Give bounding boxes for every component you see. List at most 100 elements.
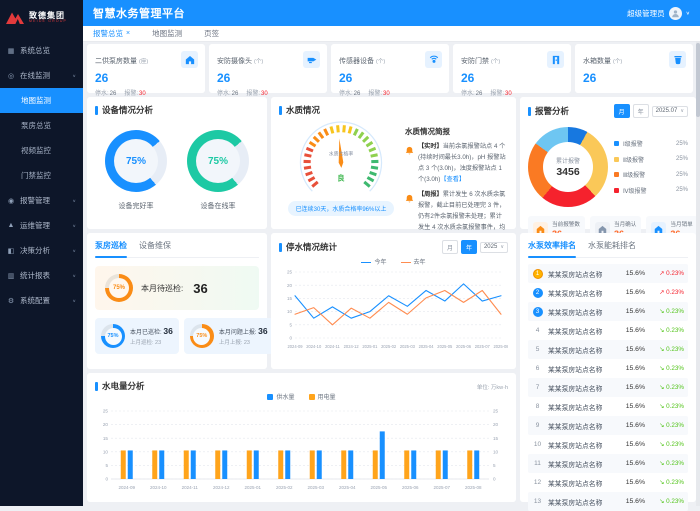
user-name: 超级管理员 [627, 8, 665, 19]
station-name: 某某泵房站点名称 [548, 459, 614, 469]
medal-icon: 1 [533, 269, 543, 279]
legend-label: Ⅲ级报警 [623, 170, 645, 179]
pending-inspection-card: 75% 本月待巡检: 36 [95, 266, 259, 310]
sidebar-subitem[interactable]: 门禁监控 [0, 163, 83, 188]
sidebar-item[interactable]: ◉报警管理∨ [0, 188, 83, 213]
ranking-row[interactable]: 9某某泵房站点名称15.6%↘ 0.23% [528, 416, 688, 435]
trend-down-icon: ↘ 0.23% [650, 346, 684, 353]
legend-line-marker [401, 262, 411, 264]
svg-text:25: 25 [103, 409, 109, 414]
page-title: 智慧水务管理平台 [93, 5, 185, 21]
brief-title: 水质情况简报 [405, 126, 508, 137]
alarm-period-select[interactable]: 2025.07∨ [652, 106, 688, 117]
ranking-row[interactable]: 1某某泵房站点名称15.6%↗ 0.23% [528, 264, 688, 283]
medal-icon: 3 [533, 307, 543, 317]
outage-period-select[interactable]: 2025∨ [480, 242, 508, 253]
panel-title: 水电量分析 [102, 380, 145, 392]
ranking-row[interactable]: 7某某泵房站点名称15.6%↘ 0.23% [528, 378, 688, 397]
ranking-row[interactable]: 3某某泵房站点名称15.6%↘ 0.23% [528, 302, 688, 321]
alarm-legend: Ⅰ级报警25%Ⅱ级报警25%Ⅲ级报警25%Ⅳ级报警25% [614, 139, 688, 195]
donut-percent: 75% [114, 139, 158, 183]
legend-item: 今年 [361, 257, 386, 266]
scrollbar[interactable] [696, 41, 700, 506]
svg-text:25: 25 [287, 270, 293, 275]
stat-card-unit: (座) [139, 59, 148, 65]
station-name: 某某泵房站点名称 [548, 269, 614, 279]
ranking-row[interactable]: 8某某泵房站点名称15.6%↘ 0.23% [528, 397, 688, 416]
scrollbar-thumb[interactable] [696, 43, 700, 117]
quality-brief: 水质情况简报 【实时】当前余氯报警站点 4 个(持续时间最长3.0h)，pH 报… [403, 118, 508, 250]
view-tab[interactable]: 页签 [204, 28, 219, 39]
tab-device-maintenance[interactable]: 设备维保 [139, 240, 171, 253]
pump-ranking-panel: 水泵效率排名 水泵能耗排名 1某某泵房站点名称15.6%↗ 0.23%2某某泵房… [520, 233, 696, 502]
inspection-sub-text: 本月问题上报: 36上月上报: 23 [219, 326, 268, 346]
ranking-row[interactable]: 4某某泵房站点名称15.6%↘ 0.23% [528, 321, 688, 340]
svg-text:0: 0 [105, 477, 108, 482]
stat-card: 安防门禁(个)26停水:26报警:30 [453, 44, 571, 93]
sidebar-item[interactable]: ▦系统总览 [0, 38, 83, 63]
stat-pair: 报警:30 [124, 88, 145, 97]
stat-pair: 报警:30 [490, 88, 511, 97]
device-donut: 75%设备完好率 [105, 130, 167, 211]
stat-card-stats: 停水:26报警:30 [217, 88, 319, 97]
legend-item: 用电量 [309, 392, 336, 401]
donut-ring: 75% [105, 130, 167, 192]
tab-energy-ranking[interactable]: 水泵能耗排名 [588, 240, 636, 253]
sidebar-item-label: 系统总览 [20, 45, 50, 56]
stat-card-title: 传感器设备 [339, 58, 374, 65]
ranking-row[interactable]: 5某某泵房站点名称15.6%↘ 0.23% [528, 340, 688, 359]
alarm-toggle-year[interactable]: 年 [633, 104, 649, 118]
energy-analysis-panel: 水电量分析 单位: 万kw·h 供水量用电量 00551010151520202… [87, 373, 516, 502]
sidebar-item[interactable]: ▥统计报表∨ [0, 263, 83, 288]
sidebar-subitem[interactable]: 泵房总览 [0, 113, 83, 138]
sidebar-item[interactable]: ▲运维管理∨ [0, 213, 83, 238]
rank-badge: 10 [532, 441, 543, 448]
app-header: 智慧水务管理平台 超级管理员 ∨ [83, 0, 700, 26]
stat-card-value: 26 [339, 71, 441, 85]
close-icon[interactable]: × [126, 30, 130, 37]
view-tab[interactable]: 报警总览× [93, 28, 130, 39]
svg-text:5: 5 [493, 463, 496, 468]
settings-icon: ⚙ [7, 297, 15, 305]
sidebar-subitem[interactable]: 地图监测 [0, 88, 83, 113]
panel-title: 报警分析 [535, 105, 569, 117]
outage-line-chart: 05101520252024-092024-102024-112024-1220… [279, 266, 508, 356]
tab-efficiency-ranking[interactable]: 水泵效率排名 [528, 240, 576, 253]
svg-text:10: 10 [493, 449, 499, 454]
stat-card-stats: 停水:26报警:30 [339, 88, 441, 97]
pie-center-value: 3456 [556, 166, 579, 178]
sidebar-subitem[interactable]: 视频监控 [0, 138, 83, 163]
ranking-row[interactable]: 2某某泵房站点名称15.6%↗ 0.23% [528, 283, 688, 302]
water-quality-gauge: 水质合格率良 已连续30天，水质合格率96%以上 [279, 118, 403, 250]
legend-value: 25% [676, 156, 688, 162]
svg-text:2025-01: 2025-01 [362, 344, 378, 349]
station-name: 某某泵房站点名称 [548, 421, 614, 431]
sidebar-item[interactable]: ⚙系统配置∨ [0, 288, 83, 313]
svg-text:2025-07: 2025-07 [475, 344, 491, 349]
avatar[interactable] [669, 7, 682, 20]
ranking-row[interactable]: 10某某泵房站点名称15.6%↘ 0.23% [528, 435, 688, 454]
svg-text:20: 20 [287, 283, 293, 288]
user-menu[interactable]: 超级管理员 ∨ [627, 7, 690, 20]
ranking-row[interactable]: 11某某泵房站点名称15.6%↘ 0.23% [528, 454, 688, 473]
ranking-row[interactable]: 12某某泵房站点名称15.6%↘ 0.23% [528, 473, 688, 492]
tab-pump-inspection[interactable]: 泵房巡检 [95, 240, 127, 253]
svg-text:2024-10: 2024-10 [306, 344, 322, 349]
rank-badge: 1 [532, 269, 543, 279]
outage-toggle-month[interactable]: 月 [442, 240, 458, 254]
alarm-toggle-month[interactable]: 月 [614, 104, 630, 118]
ranking-row[interactable]: 6某某泵房站点名称15.6%↘ 0.23% [528, 359, 688, 378]
sidebar-item[interactable]: ◎在线监测∨ [0, 63, 83, 88]
sidebar-item[interactable]: ◧决策分析∨ [0, 238, 83, 263]
stat-card-title: 二供泵房数量 [95, 58, 137, 65]
view-tab[interactable]: 地图监测 [152, 28, 182, 39]
view-link[interactable]: 【查看】 [440, 176, 465, 183]
view-tab-label: 地图监测 [152, 28, 182, 39]
stat-pair: 停水:26 [217, 88, 238, 97]
inspection-sub-value: 36 [163, 326, 172, 336]
svg-text:2025-03: 2025-03 [307, 485, 324, 490]
ranking-row[interactable]: 13某某泵房站点名称15.6%↘ 0.23% [528, 492, 688, 511]
water-quality-panel: 水质情况 水质合格率良 已连续30天，水质合格率96%以上 水质情况简报 【实时… [271, 97, 516, 229]
outage-toggle-year[interactable]: 年 [461, 240, 477, 254]
sidebar-item-label: 系统配置 [20, 295, 50, 306]
